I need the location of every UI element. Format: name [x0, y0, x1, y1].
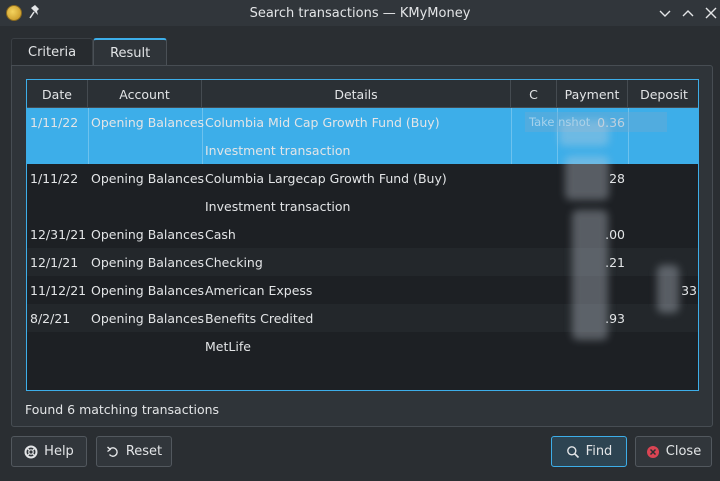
- table-header: Date Account Details C Payment Deposit: [27, 80, 698, 108]
- result-panel: Date Account Details C Payment Deposit 1…: [11, 65, 713, 427]
- cell-deposit: [628, 220, 698, 248]
- cell-date: 12/31/21: [30, 226, 87, 242]
- cell-account: [88, 136, 202, 164]
- cell-date: [27, 332, 88, 360]
- column-header-account[interactable]: Account: [88, 80, 202, 108]
- help-lifebuoy-icon: [24, 445, 38, 458]
- column-header-date[interactable]: Date: [27, 80, 88, 108]
- column-header-payment[interactable]: Payment: [557, 80, 628, 108]
- redaction-blur: [657, 265, 679, 313]
- tab-criteria[interactable]: Criteria: [11, 38, 94, 65]
- cell-date: 1/11/22: [30, 114, 79, 130]
- reset-button[interactable]: Reset: [96, 436, 172, 467]
- cell-details: American Expess: [205, 282, 313, 298]
- column-header-cleared[interactable]: C: [511, 80, 557, 108]
- cell-account: Opening Balances: [91, 310, 205, 326]
- column-header-deposit[interactable]: Deposit: [628, 80, 698, 108]
- cell-deposit: [628, 192, 698, 220]
- minimize-icon[interactable]: [657, 5, 673, 21]
- cell-account: Opening Balances: [91, 114, 205, 130]
- cell-date: [27, 192, 88, 220]
- cell-account: [88, 192, 202, 220]
- tab-bar: Criteria Result: [11, 38, 168, 66]
- cell-date: 1/11/22: [30, 170, 79, 186]
- cell-details: Checking: [205, 254, 263, 270]
- maximize-icon[interactable]: [680, 5, 696, 21]
- cell-date: [27, 136, 88, 164]
- close-button-label: Close: [665, 444, 702, 459]
- cell-details: Columbia Mid Cap Growth Fund (Buy): [205, 114, 440, 130]
- cell-details: Columbia Largecap Growth Fund (Buy): [205, 170, 447, 186]
- cell-details: Investment transaction: [205, 142, 351, 158]
- column-header-details[interactable]: Details: [202, 80, 511, 108]
- cell-account: [88, 332, 202, 360]
- cell-cleared: [511, 192, 557, 220]
- cell-details: MetLife: [205, 338, 251, 354]
- cell-cleared: [511, 220, 557, 248]
- window-title: Search transactions — KMyMoney: [249, 6, 471, 21]
- cell-account: Opening Balances: [91, 226, 205, 242]
- cell-cleared: [511, 332, 557, 360]
- cell-details: Benefits Credited: [205, 310, 314, 326]
- cell-date: 8/2/21: [30, 310, 71, 326]
- cell-deposit: [628, 136, 698, 164]
- find-button[interactable]: Find: [551, 436, 627, 467]
- cell-deposit: [628, 164, 698, 192]
- cell-account: Opening Balances: [91, 282, 205, 298]
- column-separator: [202, 108, 203, 164]
- cell-account: Opening Balances: [91, 170, 205, 186]
- close-window-icon[interactable]: [703, 5, 719, 21]
- undo-icon: [106, 445, 118, 457]
- find-button-label: Find: [585, 444, 613, 459]
- cell-details: Cash: [205, 226, 236, 242]
- search-icon: [566, 445, 579, 458]
- column-separator: [511, 108, 512, 164]
- help-button-label: Help: [44, 444, 74, 459]
- cell-date: 12/1/21: [30, 254, 79, 270]
- status-text: Found 6 matching transactions: [25, 402, 220, 417]
- title-bar: Search transactions — KMyMoney: [0, 0, 720, 26]
- cell-cleared: [511, 164, 557, 192]
- help-button[interactable]: Help: [11, 436, 87, 467]
- cell-cleared: [511, 248, 557, 276]
- cell-account: Opening Balances: [91, 254, 205, 270]
- reset-button-label: Reset: [125, 444, 163, 459]
- cell-cleared: [511, 276, 557, 304]
- cell-details: Investment transaction: [205, 198, 351, 214]
- redaction-blur: [565, 156, 609, 200]
- cell-cleared: [511, 304, 557, 332]
- cell-cleared: [511, 136, 557, 164]
- redaction-blur: [572, 210, 608, 340]
- transactions-table[interactable]: Date Account Details C Payment Deposit 1…: [26, 79, 699, 391]
- cell-date: 11/12/21: [30, 282, 87, 298]
- tab-result[interactable]: Result: [93, 38, 168, 66]
- close-circle-icon: [646, 445, 659, 458]
- close-button[interactable]: Close: [635, 436, 712, 467]
- cell-deposit: [628, 332, 698, 360]
- column-separator: [88, 108, 89, 164]
- redaction-blur: [559, 120, 609, 146]
